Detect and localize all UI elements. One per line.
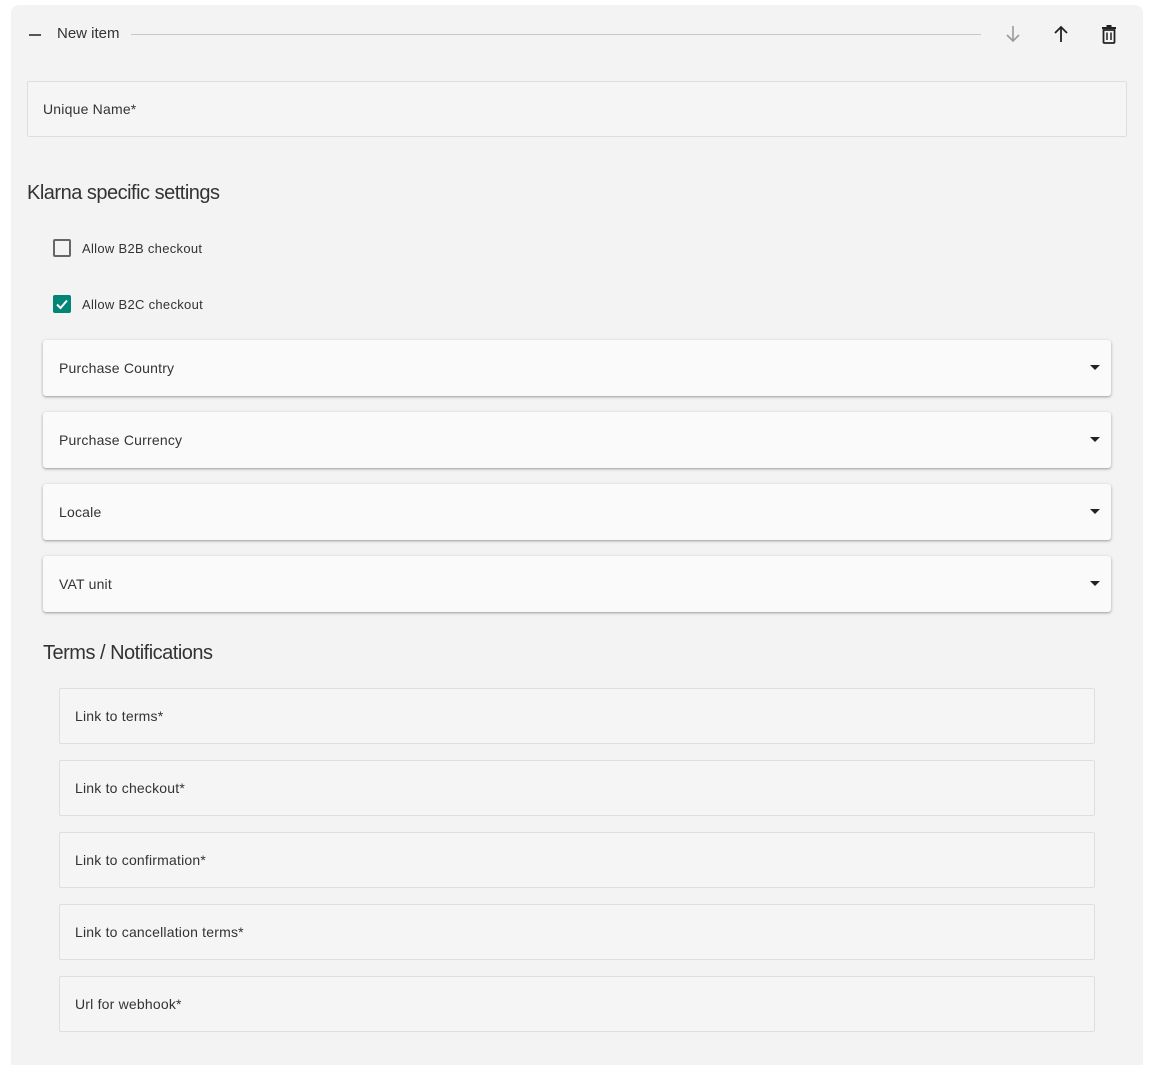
vat-unit-select[interactable]: VAT unit	[43, 556, 1111, 612]
move-up-button[interactable]	[1048, 21, 1074, 47]
webhook-url-label: Url for webhook*	[75, 996, 182, 1012]
unique-name-field[interactable]: Unique Name*	[27, 81, 1127, 137]
locale-select[interactable]: Locale	[43, 484, 1111, 540]
b2c-checkout-row: Allow B2C checkout	[53, 293, 203, 315]
purchase-currency-select[interactable]: Purchase Currency	[43, 412, 1111, 468]
unique-name-label: Unique Name*	[43, 101, 137, 117]
collapse-button[interactable]	[25, 23, 45, 43]
klarna-section-title: Klarna specific settings	[27, 182, 220, 204]
item-title: New item	[57, 25, 120, 42]
link-to-confirmation-label: Link to confirmation*	[75, 852, 207, 868]
b2c-checkbox[interactable]	[53, 295, 71, 313]
purchase-country-label: Purchase Country	[59, 360, 175, 376]
link-to-confirmation-field[interactable]: Link to confirmation*	[59, 832, 1095, 888]
b2b-checkbox[interactable]	[53, 239, 71, 257]
purchase-country-select[interactable]: Purchase Country	[43, 340, 1111, 396]
vat-unit-label: VAT unit	[59, 576, 112, 592]
link-to-checkout-label: Link to checkout*	[75, 780, 186, 796]
link-to-terms-label: Link to terms*	[75, 708, 164, 724]
dropdown-caret-icon	[1090, 581, 1100, 586]
purchase-currency-label: Purchase Currency	[59, 432, 183, 448]
dropdown-caret-icon	[1090, 509, 1100, 514]
trash-icon	[1102, 25, 1116, 44]
locale-label: Locale	[59, 504, 102, 520]
move-down-button[interactable]	[1000, 21, 1026, 47]
link-to-checkout-field[interactable]: Link to checkout*	[59, 760, 1095, 816]
webhook-url-field[interactable]: Url for webhook*	[59, 976, 1095, 1032]
dropdown-caret-icon	[1090, 437, 1100, 442]
b2b-checkout-row: Allow B2B checkout	[53, 237, 202, 259]
item-header: New item	[11, 5, 1143, 65]
item-panel: New item Unique Name* Klarna specific se…	[11, 5, 1143, 1065]
b2b-checkbox-label: Allow B2B checkout	[82, 240, 203, 256]
check-icon	[56, 299, 68, 310]
delete-button[interactable]	[1096, 21, 1122, 47]
arrow-up-icon	[1054, 25, 1068, 42]
link-to-cancellation-terms-field[interactable]: Link to cancellation terms*	[59, 904, 1095, 960]
b2c-checkbox-label: Allow B2C checkout	[82, 296, 204, 312]
link-to-terms-field[interactable]: Link to terms*	[59, 688, 1095, 744]
header-divider	[131, 34, 981, 35]
dropdown-caret-icon	[1090, 365, 1100, 370]
terms-section-title: Terms / Notifications	[43, 642, 213, 664]
arrow-down-icon	[1006, 26, 1020, 43]
link-to-cancellation-terms-label: Link to cancellation terms*	[75, 924, 244, 940]
